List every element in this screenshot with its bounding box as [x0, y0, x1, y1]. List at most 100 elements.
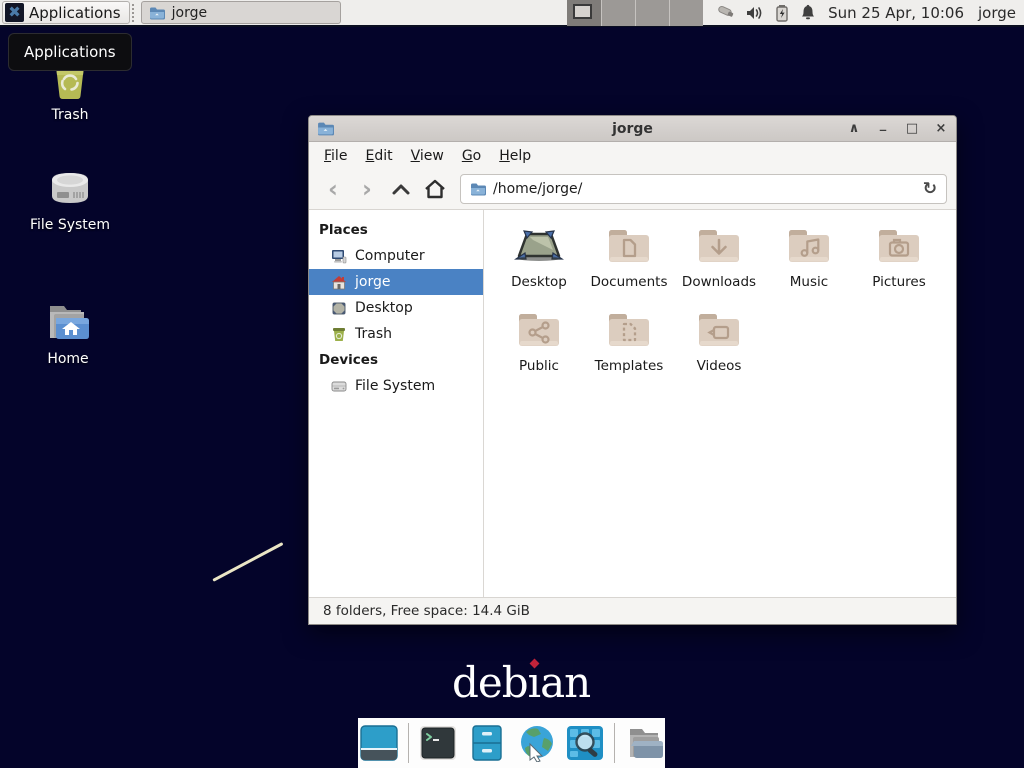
workspace-2[interactable]: [601, 0, 635, 26]
maximize-button[interactable]: □: [905, 117, 919, 141]
workspace-window-thumb: [573, 4, 592, 19]
debian-logo: debıan: [452, 658, 590, 707]
path-folder-icon: [470, 182, 486, 196]
menu-go[interactable]: Go: [453, 144, 490, 168]
file-item-label: Public: [519, 358, 559, 374]
documents-folder-icon: [603, 222, 655, 270]
terminal-launcher[interactable]: [418, 723, 458, 763]
workspace-switcher[interactable]: [567, 0, 703, 26]
panel-clock[interactable]: Sun 25 Apr, 10:06: [828, 4, 964, 22]
folder-icon: [149, 6, 165, 20]
back-button[interactable]: ‹: [318, 174, 348, 204]
sidebar-item-desktop[interactable]: Desktop: [309, 295, 483, 321]
sidebar-header-places: Places: [309, 217, 483, 243]
file-item-videos[interactable]: Videos: [674, 306, 764, 374]
minimize-button[interactable]: _: [876, 117, 890, 141]
workspace-3[interactable]: [635, 0, 669, 26]
file-item-label: Music: [790, 274, 828, 290]
close-button[interactable]: ×: [934, 117, 948, 141]
trash-icon: [331, 327, 347, 342]
desktop-icon-filesystem[interactable]: File System: [22, 166, 118, 233]
file-item-downloads[interactable]: Downloads: [674, 222, 764, 290]
sidebar-item-computer[interactable]: Computer: [309, 243, 483, 269]
notifications-bell-icon[interactable]: [800, 4, 816, 21]
file-cabinet-icon: [469, 724, 505, 762]
input-device-icon[interactable]: [715, 4, 735, 22]
sidebar-item-label: Trash: [355, 326, 392, 342]
hard-drive-icon: [331, 379, 347, 393]
file-item-label: Templates: [595, 358, 664, 374]
workspace-4[interactable]: [669, 0, 703, 26]
sidebar-item-label: Computer: [355, 248, 425, 264]
cursor-trail: [212, 542, 283, 582]
public-folder-icon: [513, 306, 565, 354]
terminal-icon: [419, 725, 457, 761]
sidebar-item-filesystem[interactable]: File System: [309, 373, 483, 399]
sidebar-header-devices: Devices: [309, 347, 483, 373]
panel-username[interactable]: jorge: [978, 4, 1016, 22]
sidebar: Places Computer: [309, 210, 484, 597]
file-item-desktop[interactable]: Desktop: [494, 222, 584, 290]
app-finder-icon: [566, 725, 604, 761]
titlebar[interactable]: jorge ∧ _ □ ×: [309, 116, 956, 142]
menu-file[interactable]: File: [315, 144, 356, 168]
home-folder-icon: [42, 298, 94, 346]
file-item-music[interactable]: Music: [764, 222, 854, 290]
path-input[interactable]: /home/jorge/: [493, 181, 916, 197]
sidebar-item-trash[interactable]: Trash: [309, 321, 483, 347]
applications-menu-button[interactable]: ✖ Applications: [2, 1, 130, 24]
forward-button[interactable]: ›: [352, 174, 382, 204]
up-icon: [391, 182, 411, 196]
statusbar: 8 folders, Free space: 14.4 GiB: [309, 597, 956, 624]
file-item-public[interactable]: Public: [494, 306, 584, 374]
taskbar-window-button[interactable]: jorge: [141, 1, 341, 24]
file-manager-launcher[interactable]: [467, 723, 507, 763]
location-bar[interactable]: /home/jorge/ ↻: [460, 174, 947, 204]
home-icon: [331, 275, 347, 290]
volume-icon[interactable]: [746, 5, 764, 21]
shade-button[interactable]: ∧: [847, 117, 861, 141]
window-controls: ∧ _ □ ×: [847, 117, 948, 141]
hard-drive-icon: [44, 166, 96, 212]
file-item-templates[interactable]: Templates: [584, 306, 674, 374]
bottom-dock: [358, 718, 665, 768]
home-button[interactable]: [420, 174, 450, 204]
desktop-icon-label: Trash: [52, 107, 89, 123]
file-manager-window: jorge ∧ _ □ × File Edit View Go Help ‹ ›: [308, 115, 957, 625]
up-button[interactable]: [386, 174, 416, 204]
templates-folder-icon: [603, 306, 655, 354]
reload-icon[interactable]: ↻: [923, 179, 937, 199]
back-icon: ‹: [328, 177, 338, 201]
file-item-documents[interactable]: Documents: [584, 222, 674, 290]
music-folder-icon: [783, 222, 835, 270]
desktop-icon-label: File System: [30, 217, 110, 233]
panel-handle[interactable]: [132, 4, 139, 22]
menu-view[interactable]: View: [402, 144, 453, 168]
computer-icon: [331, 249, 347, 264]
app-finder-launcher[interactable]: [565, 723, 605, 763]
desktop-icon-label: Home: [47, 351, 88, 367]
taskbar-window-label: jorge: [172, 5, 207, 21]
show-desktop-button[interactable]: [359, 723, 399, 763]
file-item-label: Documents: [591, 274, 668, 290]
directory-menu-launcher[interactable]: [624, 723, 664, 763]
desktop-icon-home[interactable]: Home: [20, 298, 116, 367]
file-item-label: Downloads: [682, 274, 756, 290]
sidebar-item-label: jorge: [355, 274, 390, 290]
window-content: Places Computer: [309, 210, 956, 597]
file-item-label: Desktop: [511, 274, 567, 290]
workspace-1[interactable]: [567, 0, 601, 26]
globe-browser-icon: [516, 724, 556, 762]
top-panel: ✖ Applications jorge: [0, 0, 1024, 27]
menubar: File Edit View Go Help: [309, 142, 956, 169]
sidebar-item-home[interactable]: jorge: [309, 269, 483, 295]
file-item-pictures[interactable]: Pictures: [854, 222, 944, 290]
menu-edit[interactable]: Edit: [356, 144, 401, 168]
file-pane[interactable]: Desktop Documents Downloads: [484, 210, 956, 597]
web-browser-launcher[interactable]: [516, 723, 556, 763]
battery-icon[interactable]: [775, 4, 789, 22]
downloads-folder-icon: [693, 222, 745, 270]
file-item-label: Pictures: [872, 274, 925, 290]
menu-help[interactable]: Help: [490, 144, 540, 168]
home-icon: [424, 179, 446, 199]
